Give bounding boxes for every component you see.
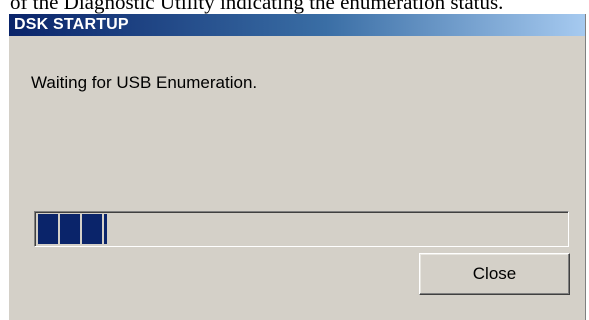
status-message: Waiting for USB Enumeration.	[31, 73, 258, 92]
title-bar[interactable]: DSK STARTUP	[9, 14, 585, 36]
window-title: DSK STARTUP	[14, 16, 129, 33]
close-button[interactable]: Close	[419, 253, 570, 295]
document-caption: of the Diagnostic Utility indicating the…	[0, 0, 589, 14]
dsk-startup-dialog: DSK STARTUP Waiting for USB Enumeration.…	[8, 14, 586, 320]
progress-bar-fill	[38, 214, 107, 244]
progress-bar	[34, 211, 569, 247]
